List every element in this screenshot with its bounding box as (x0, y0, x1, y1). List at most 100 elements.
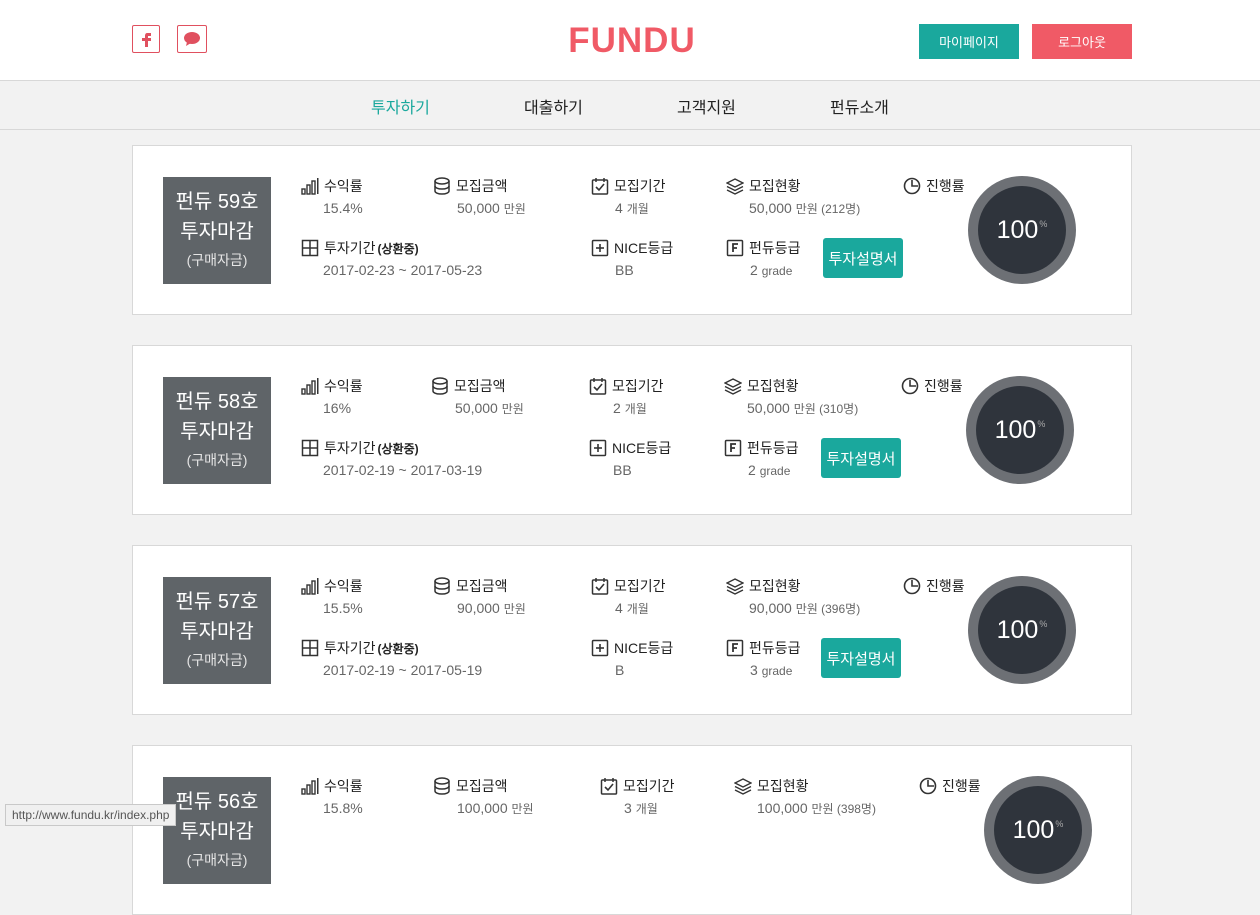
label-text: 모집현황 (757, 778, 809, 794)
invest-period-field-value: 2017-02-19 ~ 2017-05-19 (323, 662, 483, 678)
calendar-check-icon (589, 377, 607, 395)
progress-value: 100 (994, 415, 1037, 444)
nice-grade-field-value: BB (615, 262, 634, 278)
period-field-label: 모집기간 (591, 176, 666, 196)
status-field-label: 모집현황 (733, 776, 809, 796)
percent-mark: % (1055, 819, 1064, 829)
status-field-label: 모집현황 (723, 376, 799, 396)
rate-field-label: 수익률 (301, 776, 363, 796)
progress-field-label: 진행률 (903, 576, 965, 596)
period-field: 모집기간 4 개월 (591, 576, 666, 616)
label-text: 투자기간 (324, 240, 376, 256)
progress-field-label: 진행률 (901, 376, 963, 396)
database-icon (431, 377, 449, 395)
prospectus-button[interactable]: 투자설명서 (821, 638, 901, 678)
product-badge[interactable]: 펀듀 59호 투자마감 (구매자금) (163, 177, 271, 284)
label-text: 투자기간 (324, 640, 376, 656)
status-field-value: 50,000 만원 (212명) (749, 200, 861, 216)
product-badge[interactable]: 펀듀 58호 투자마감 (구매자금) (163, 377, 271, 484)
label-text: NICE등급 (614, 240, 674, 256)
f-square-icon (724, 439, 742, 457)
label-text: 모집금액 (456, 778, 508, 794)
nav-loan[interactable]: 대출하기 (524, 94, 583, 118)
prospectus-button[interactable]: 투자설명서 (821, 438, 901, 478)
calendar-check-icon (591, 177, 609, 195)
rate-field-label: 수익률 (301, 176, 363, 196)
calendar-check-icon (591, 577, 609, 595)
progress-field: 진행률 (903, 576, 965, 596)
rate-field-label: 수익률 (301, 576, 363, 596)
pie-chart-icon (903, 577, 921, 595)
label-text: NICE등급 (614, 640, 674, 656)
label-text: NICE등급 (612, 440, 672, 456)
nice-grade-field: NICE등급 BB (591, 238, 674, 278)
period-field-value: 4 개월 (615, 200, 649, 216)
percent-mark: % (1039, 219, 1048, 229)
calendar-check-icon (600, 777, 618, 795)
period-field-value: 2 개월 (613, 400, 647, 416)
progress-circle: 100% (968, 176, 1076, 284)
rate-field: 수익률 16% (301, 376, 363, 416)
nice-grade-field-label: NICE등급 (589, 438, 671, 458)
nav-support[interactable]: 고객지원 (677, 94, 736, 118)
fundu-logo[interactable]: FUNDU (568, 22, 696, 56)
database-icon (433, 577, 451, 595)
invest-period-field-label: 투자기간 (상환중) (301, 438, 419, 458)
pie-chart-icon (903, 177, 921, 195)
amount-field: 모집금액 50,000 만원 (431, 376, 524, 416)
amount-field-value: 50,000 만원 (455, 400, 524, 416)
invest-period-field-label: 투자기간 (상환중) (301, 238, 419, 258)
progress-field: 진행률 (903, 176, 965, 196)
bar-chart-icon (301, 577, 319, 595)
label-text: 수익률 (324, 378, 363, 394)
product-card[interactable]: 펀듀 56호 투자마감 (구매자금) 수익률 15.8% 모집금액 100,000 만원 모집… (132, 745, 1132, 915)
progress-field: 진행률 (919, 776, 981, 796)
product-title: 펀듀 58호 (175, 391, 259, 413)
progress-field-label: 진행률 (903, 176, 965, 196)
progress-inner: 100% (978, 586, 1066, 674)
product-card[interactable]: 펀듀 57호 투자마감 (구매자금) 수익률 15.5% 모집금액 90,000 만원 모집기… (132, 545, 1132, 715)
status-field: 모집현황 50,000 만원 (310명) (723, 376, 858, 416)
amount-field: 모집금액 50,000 만원 (433, 176, 526, 216)
status-field-value: 50,000 만원 (310명) (747, 400, 859, 416)
label-text: 진행률 (942, 778, 981, 794)
main-nav: 투자하기 대출하기 고객지원 펀듀소개 (0, 81, 1260, 130)
fundu-grade-field-label: 펀듀등급 (726, 638, 801, 658)
label-text: 모집기간 (612, 378, 664, 394)
grid-icon (301, 239, 319, 257)
grid-icon (301, 439, 319, 457)
f-square-icon (726, 639, 744, 657)
product-state: 투자마감 (180, 421, 254, 443)
nice-grade-field-value: BB (613, 462, 632, 478)
bar-chart-icon (301, 177, 319, 195)
kakaotalk-link[interactable] (177, 25, 207, 53)
product-category: (구매자금) (186, 252, 248, 268)
label-text: 모집현황 (749, 578, 801, 594)
mypage-button[interactable]: 마이페이지 (919, 24, 1019, 59)
product-badge[interactable]: 펀듀 57호 투자마감 (구매자금) (163, 577, 271, 684)
progress-inner: 100% (994, 786, 1082, 874)
nav-about[interactable]: 펀듀소개 (830, 94, 889, 118)
product-category: (구매자금) (186, 852, 248, 868)
product-badge[interactable]: 펀듀 56호 투자마감 (구매자금) (163, 777, 271, 884)
period-field-value: 4 개월 (615, 600, 649, 616)
logout-button[interactable]: 로그아웃 (1032, 24, 1132, 59)
rate-field-value: 15.4% (323, 200, 363, 216)
prospectus-button[interactable]: 투자설명서 (823, 238, 903, 278)
period-field-label: 모집기간 (589, 376, 664, 396)
progress-field: 진행률 (901, 376, 963, 396)
label-text: 펀듀등급 (749, 240, 801, 256)
fundu-grade-field-value: 2 grade (748, 462, 791, 478)
nice-grade-field: NICE등급 BB (589, 438, 671, 478)
progress-circle: 100% (966, 376, 1074, 484)
invest-period-field-label: 투자기간 (상환중) (301, 638, 419, 658)
label-text: 모집현황 (747, 378, 799, 394)
product-card[interactable]: 펀듀 59호 투자마감 (구매자금) 수익률 15.4% 모집금액 50,000 만원 모집기… (132, 145, 1132, 315)
nice-grade-field: NICE등급 B (591, 638, 674, 678)
nav-invest[interactable]: 투자하기 (371, 94, 430, 118)
rate-field-value: 15.8% (323, 800, 363, 816)
label-text: 모집금액 (456, 578, 508, 594)
layers-icon (723, 377, 743, 395)
facebook-link[interactable] (132, 25, 160, 53)
product-card[interactable]: 펀듀 58호 투자마감 (구매자금) 수익률 16% 모집금액 50,000 만원 모집기간 2… (132, 345, 1132, 515)
